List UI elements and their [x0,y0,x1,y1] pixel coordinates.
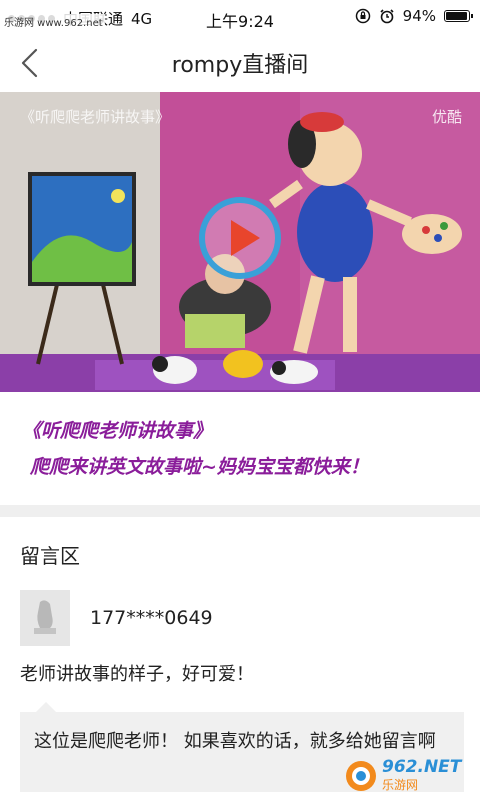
site-badge: 962.NET 乐游网 [344,756,474,796]
alarm-icon [380,9,394,24]
caption-title: 《听爬爬老师讲故事》 [22,420,213,442]
caption-subtitle: 爬爬来讲英文故事啦~妈妈宝宝都快来！ [30,456,369,478]
chevron-left-icon [21,48,38,78]
video-overlay-title: 《听爬爬老师讲故事》 [20,108,171,126]
site-badge-sub: 乐游网 [382,778,419,792]
page-title: rompy直播间 [171,53,309,78]
battery-fill [446,12,467,20]
source-logo: 优酷 [431,108,462,126]
rotation-lock-icon [355,8,370,24]
nav-bar: rompy直播间 [0,34,480,92]
status-bar: 中国联通 4G 乐游网 www.962.net 上午9:24 94% [0,0,480,34]
back-button[interactable] [14,44,44,82]
play-button[interactable] [198,196,282,280]
video-overlay-title-text: 听爬爬老师讲故事 [35,108,156,126]
reply-text: 这位是爬爬老师！ 如果喜欢的话，就多给她留言啊 [34,731,436,752]
comment-username: 177****0649 [90,607,213,629]
status-right: 94% [355,7,473,25]
site-badge-text: 962.NET 乐游网 [382,758,461,794]
comments-section-title: 留言区 [20,544,80,568]
site-logo-icon [346,761,376,791]
video-captions: 《听爬爬老师讲故事》 爬爬来讲英文故事啦~妈妈宝宝都快来！ [22,418,462,480]
site-badge-main: 962.NET [382,757,462,777]
battery-percent: 94% [402,7,436,25]
comment-text: 老师讲故事的样子，好可爱！ [20,664,254,685]
battery-icon [444,10,473,22]
avatar-image [34,600,56,634]
section-divider [0,505,480,517]
avatar[interactable] [20,590,70,646]
